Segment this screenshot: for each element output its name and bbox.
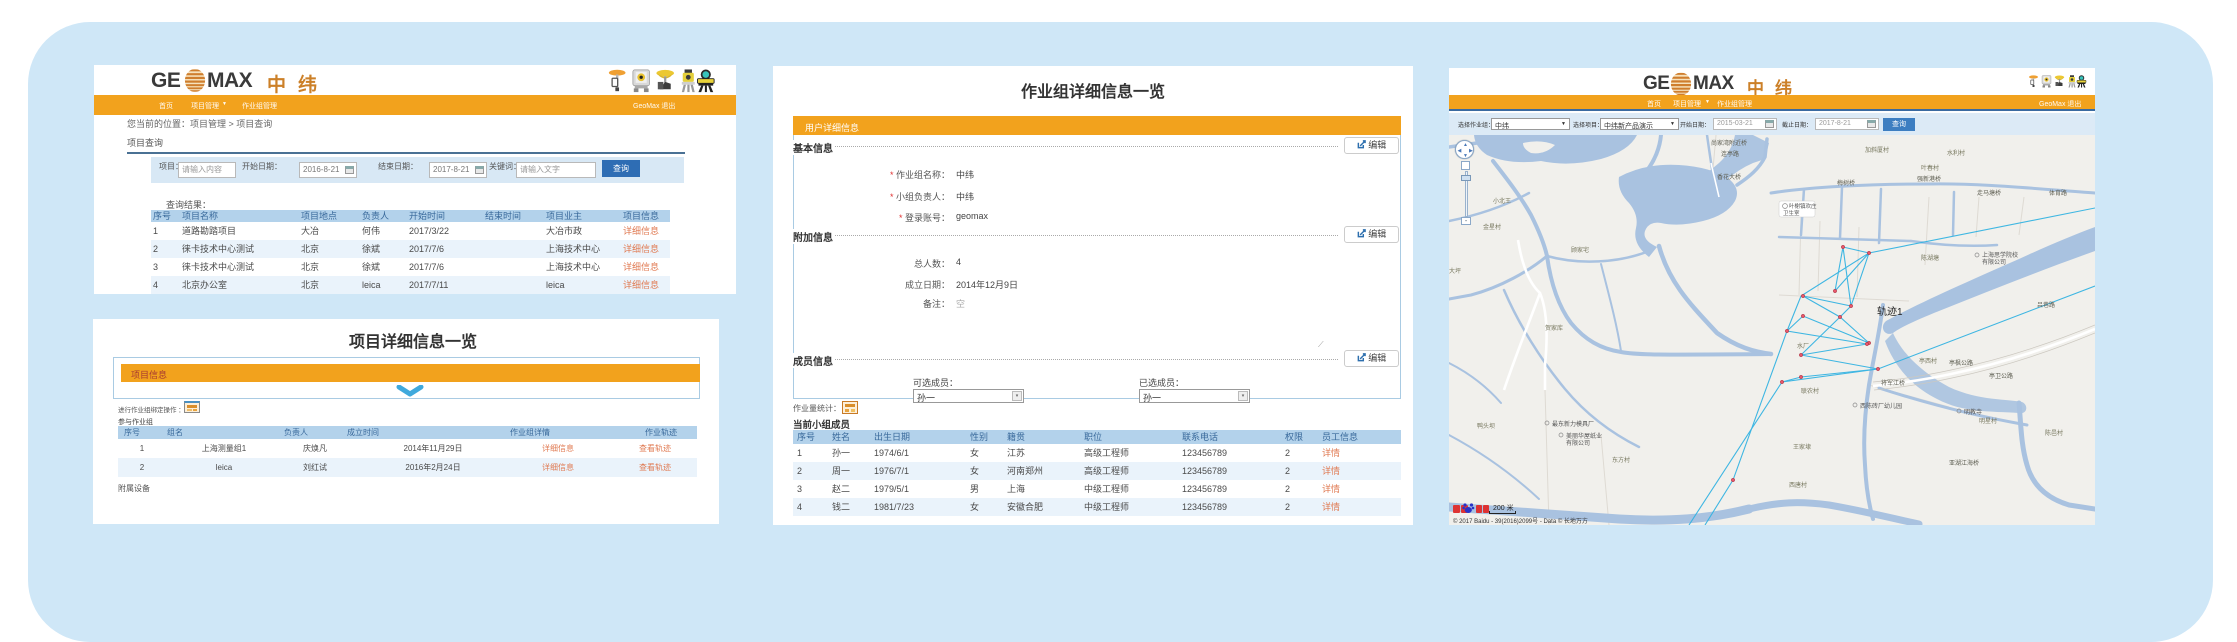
svg-text:将军江桥: 将军江桥: [1881, 379, 1905, 387]
svg-text:顾家宅: 顾家宅: [1571, 246, 1589, 254]
svg-text:水利村: 水利村: [1947, 149, 1965, 157]
svg-text:叶春村: 叶春村: [1921, 164, 1939, 172]
svg-text:西陈砖厂幼儿园: 西陈砖厂幼儿园: [1860, 402, 1902, 410]
svg-text:亭西村: 亭西村: [1919, 357, 1937, 365]
svg-text:加斜厦村: 加斜厦村: [1865, 146, 1889, 154]
svg-text:叶榭镇欢庄: 叶榭镇欢庄: [1789, 202, 1817, 210]
svg-text:贺家库: 贺家库: [1545, 324, 1563, 332]
svg-text:王家埭: 王家埭: [1793, 443, 1811, 451]
svg-text:卫生室: 卫生室: [1783, 209, 1800, 217]
svg-text:小北王: 小北王: [1493, 197, 1511, 205]
svg-text:强新港桥: 强新港桥: [1917, 175, 1941, 183]
svg-text:轨迹1: 轨迹1: [1877, 305, 1903, 318]
svg-text:陈湖塘: 陈湖塘: [1921, 254, 1939, 262]
svg-text:大坪: 大坪: [1449, 267, 1461, 275]
svg-text:明星村: 明星村: [1979, 417, 1997, 425]
svg-text:联农村: 联农村: [1801, 387, 1819, 395]
svg-text:水厂: 水厂: [1797, 342, 1809, 350]
svg-text:尚家湾附近桥: 尚家湾附近桥: [1711, 139, 1747, 147]
svg-text:体育路: 体育路: [2049, 189, 2067, 197]
svg-text:鸭头坝: 鸭头坝: [1477, 422, 1495, 430]
svg-text:金星村: 金星村: [1483, 223, 1501, 231]
svg-text:东方村: 东方村: [1612, 456, 1630, 464]
svg-text:明教寺: 明教寺: [1964, 408, 1982, 416]
svg-text:亚湖江海桥: 亚湖江海桥: [1949, 459, 1979, 467]
svg-text:走马塘桥: 走马塘桥: [1977, 189, 2001, 197]
svg-text:亭卫公路: 亭卫公路: [1989, 372, 2013, 380]
svg-text:有限公司: 有限公司: [1566, 439, 1590, 447]
svg-text:上海思学院校: 上海思学院校: [1982, 251, 2018, 259]
svg-text:有限公司: 有限公司: [1982, 258, 2006, 266]
svg-text:陈邑村: 陈邑村: [2045, 429, 2063, 437]
svg-text:最东新力模具厂: 最东新力模具厂: [1552, 420, 1594, 428]
svg-text:梅树桥: 梅树桥: [1837, 179, 1855, 187]
svg-text:连亭路: 连亭路: [1721, 150, 1739, 158]
svg-text:香花大桥: 香花大桥: [1717, 173, 1741, 181]
svg-text:吕巷路: 吕巷路: [2037, 301, 2055, 309]
svg-text:西唐村: 西唐村: [1789, 481, 1807, 489]
svg-text:亭枫公路: 亭枫公路: [1949, 359, 1973, 367]
svg-text:美丽华屋纸业: 美丽华屋纸业: [1566, 432, 1602, 440]
